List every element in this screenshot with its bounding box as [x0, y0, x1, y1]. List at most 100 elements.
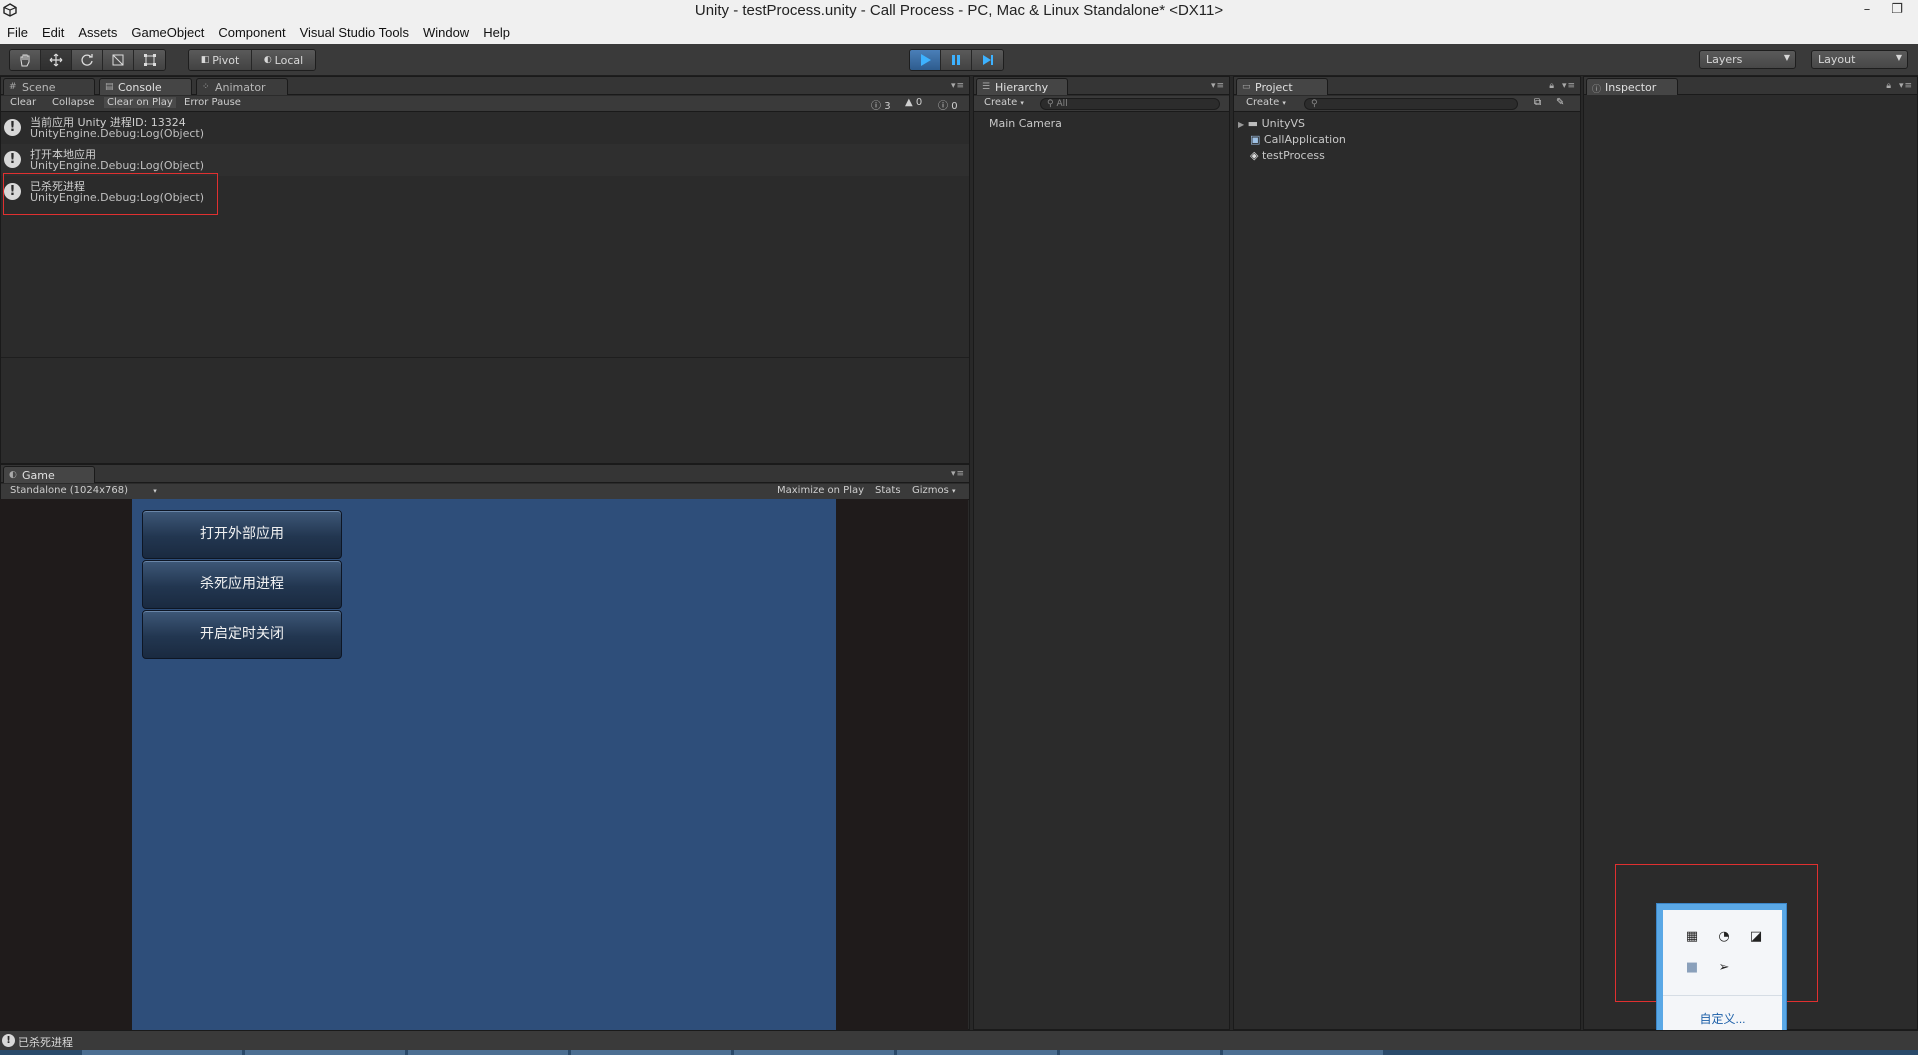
menu-assets[interactable]: Assets — [71, 22, 124, 44]
tab-animator[interactable]: ⁘ Animator — [196, 78, 288, 95]
menu-window[interactable]: Window — [416, 22, 476, 44]
info-count-toggle[interactable]: ⓘ 3 — [871, 97, 891, 112]
tray-app-icon[interactable]: ▦ — [1683, 928, 1701, 946]
taskbar-button[interactable] — [1060, 1050, 1220, 1055]
project-item-testprocess[interactable]: ◈ testProcess — [1250, 149, 1325, 162]
clear-button[interactable]: Clear — [10, 97, 36, 108]
step-button[interactable] — [972, 50, 1003, 70]
tray-network-icon[interactable]: ◔ — [1715, 928, 1733, 946]
game-toolbar: Standalone (1024x768) ▾ Maximize on Play… — [1, 484, 969, 500]
console-icon: ▤ — [105, 82, 114, 92]
tab-console[interactable]: ▤ Console — [99, 78, 192, 95]
window-title-bar: Unity - testProcess.unity - Call Process… — [0, 0, 1918, 22]
menu-file[interactable]: File — [0, 22, 35, 44]
log-entry[interactable]: ! 打开本地应用 UnityEngine.Debug:Log(Object) — [1, 144, 969, 176]
panel-menu-icon[interactable]: ▾≡ — [951, 81, 965, 91]
log-entry[interactable]: ! 当前应用 Unity 进程ID: 13324 UnityEngine.Deb… — [1, 112, 969, 144]
taskbar-button[interactable] — [408, 1050, 568, 1055]
tab-console-label: Console — [118, 81, 162, 94]
menu-gameobject[interactable]: GameObject — [124, 22, 211, 44]
resolution-dropdown[interactable]: Standalone (1024x768) ▾ — [10, 485, 157, 496]
hierarchy-create-dropdown[interactable]: Create ▾ — [984, 97, 1024, 108]
status-bar[interactable]: ! 已杀死进程 — [0, 1030, 1918, 1050]
play-button[interactable] — [910, 50, 941, 70]
menu-bar: File Edit Assets GameObject Component Vi… — [0, 22, 1918, 44]
error-pause-button[interactable]: Error Pause — [184, 97, 241, 108]
playback-controls — [909, 49, 1004, 71]
layers-label: Layers — [1706, 53, 1743, 66]
rect-tool-icon — [143, 54, 156, 66]
menu-visual-studio-tools[interactable]: Visual Studio Tools — [293, 22, 416, 44]
panel-menu-icon[interactable]: ▾≡ — [951, 469, 965, 479]
tab-inspector[interactable]: ⓘ Inspector — [1586, 78, 1678, 95]
layout-label: Layout — [1818, 53, 1856, 66]
menu-help[interactable]: Help — [476, 22, 517, 44]
pause-button[interactable] — [941, 50, 972, 70]
project-item-callapplication[interactable]: ▣ CallApplication — [1250, 133, 1346, 146]
taskbar-button[interactable] — [897, 1050, 1057, 1055]
kill-app-process-button[interactable]: 杀死应用进程 — [142, 560, 342, 609]
project-search-input[interactable]: ⚲ — [1304, 98, 1518, 110]
start-timed-close-button[interactable]: 开启定时关闭 — [142, 610, 342, 659]
pause-icon — [952, 55, 960, 65]
open-external-app-button[interactable]: 打开外部应用 — [142, 510, 342, 559]
tray-separator — [1663, 995, 1782, 996]
info-count: 3 — [884, 101, 891, 112]
panel-menu-icon[interactable]: ▾≡ — [1211, 81, 1225, 91]
expand-arrow-icon[interactable]: ▶ — [1238, 120, 1244, 129]
panel-menu-icon[interactable]: ▾≡ — [1899, 81, 1913, 91]
panel-menu-icon[interactable]: ▾≡ — [1562, 81, 1576, 91]
lock-icon[interactable]: 🔒︎ — [1886, 81, 1891, 91]
taskbar-button[interactable] — [734, 1050, 894, 1055]
hierarchy-item-main-camera[interactable]: Main Camera — [989, 117, 1062, 130]
local-label: Local — [274, 53, 304, 67]
taskbar-button[interactable] — [245, 1050, 405, 1055]
hand-tool-button[interactable] — [10, 50, 41, 70]
move-tool-button[interactable] — [41, 50, 72, 70]
chevron-down-icon: ▾ — [153, 487, 157, 495]
search-icon: ⚲ — [1047, 99, 1054, 109]
lock-icon[interactable]: 🔒︎ — [1549, 81, 1554, 91]
taskbar-button[interactable] — [82, 1050, 242, 1055]
local-toggle[interactable]: ◐ Local — [252, 50, 315, 70]
local-icon: ◐ — [263, 55, 272, 65]
menu-edit[interactable]: Edit — [35, 22, 71, 44]
filter-by-label-icon[interactable]: ✎ — [1556, 97, 1564, 108]
taskbar-button[interactable] — [571, 1050, 731, 1055]
maximize-on-play-toggle[interactable]: Maximize on Play — [777, 485, 864, 496]
layout-dropdown[interactable]: Layout ▼ — [1811, 50, 1908, 69]
layers-dropdown[interactable]: Layers ▼ — [1699, 50, 1796, 69]
tray-customize-link[interactable]: 自定义... — [1663, 1010, 1782, 1027]
rotate-tool-button[interactable] — [72, 50, 103, 70]
gizmos-dropdown[interactable]: Gizmos ▾ — [912, 485, 956, 496]
taskbar-button[interactable] — [1223, 1050, 1383, 1055]
tab-hierarchy[interactable]: ☰ Hierarchy — [976, 78, 1068, 95]
warning-count-toggle[interactable]: ▲ 0 — [905, 97, 922, 108]
project-item-unityvs[interactable]: ▶ ▬ UnityVS — [1238, 117, 1305, 130]
restore-button[interactable]: ❐ — [1882, 1, 1912, 21]
grid-icon: # — [9, 82, 17, 92]
tab-project[interactable]: ▭ Project — [1236, 78, 1328, 95]
log-stacktrace: UnityEngine.Debug:Log(Object) — [30, 159, 205, 172]
scale-tool-button[interactable] — [103, 50, 134, 70]
tab-scene[interactable]: # Scene — [3, 78, 95, 95]
log-stacktrace: UnityEngine.Debug:Log(Object) — [30, 127, 205, 140]
rect-tool-button[interactable] — [134, 50, 165, 70]
minimize-button[interactable]: – — [1852, 1, 1882, 21]
filter-by-type-icon[interactable]: ⧉ — [1534, 97, 1541, 108]
project-create-dropdown[interactable]: Create ▾ — [1246, 97, 1286, 108]
tab-game[interactable]: ◐ Game — [3, 466, 95, 483]
info-icon: ⓘ — [871, 101, 881, 112]
tray-app-icon[interactable]: ■ — [1683, 959, 1701, 977]
collapse-button[interactable]: Collapse — [52, 97, 95, 108]
console-details-divider — [1, 357, 969, 358]
tray-send-icon[interactable]: ➢ — [1715, 959, 1733, 977]
clear-on-play-button[interactable]: Clear on Play — [104, 97, 176, 108]
error-count-toggle[interactable]: ⓘ 0 — [938, 97, 958, 112]
pivot-toggle[interactable]: ◧ Pivot — [189, 50, 252, 70]
tray-display-icon[interactable]: ◪ — [1747, 928, 1765, 946]
error-icon: ⓘ — [938, 101, 948, 112]
stats-toggle[interactable]: Stats — [875, 485, 901, 496]
menu-component[interactable]: Component — [211, 22, 292, 44]
hierarchy-search-input[interactable]: ⚲ All — [1040, 98, 1220, 110]
